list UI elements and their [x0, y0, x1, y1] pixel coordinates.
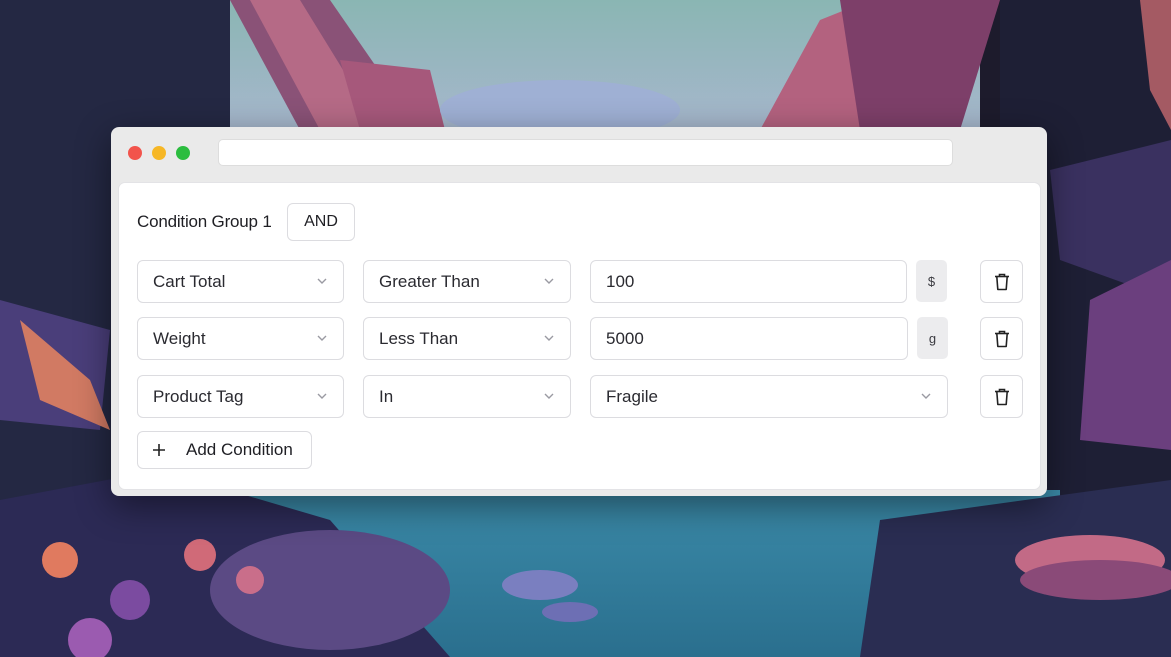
- chevron-down-icon: [317, 393, 327, 399]
- zoom-window-button[interactable]: [176, 146, 190, 160]
- condition-comparator-value: Greater Than: [379, 271, 480, 291]
- delete-condition-button[interactable]: [980, 317, 1023, 360]
- condition-field-select[interactable]: Cart Total: [137, 260, 344, 303]
- chevron-down-icon: [544, 278, 554, 284]
- logic-operator-button[interactable]: AND: [287, 203, 355, 241]
- condition-comparator-select[interactable]: Greater Than: [363, 260, 571, 303]
- condition-field-value: Product Tag: [153, 386, 244, 406]
- address-bar[interactable]: [218, 139, 953, 166]
- chevron-down-icon: [921, 393, 931, 399]
- close-window-button[interactable]: [128, 146, 142, 160]
- browser-window: Condition Group 1 AND Cart Total Greater…: [111, 127, 1047, 496]
- chevron-down-icon: [317, 278, 327, 284]
- condition-value-select[interactable]: Fragile: [590, 375, 948, 418]
- condition-value-text: 5000: [606, 328, 644, 348]
- condition-value-text: 100: [606, 271, 635, 291]
- add-condition-button[interactable]: Add Condition: [137, 431, 312, 469]
- condition-value-input[interactable]: 5000: [590, 317, 908, 360]
- condition-field-value: Cart Total: [153, 271, 226, 291]
- title-bar: [111, 127, 1047, 179]
- unit-badge: g: [917, 317, 948, 359]
- condition-comparator-select[interactable]: Less Than: [363, 317, 571, 360]
- condition-field-value: Weight: [153, 328, 206, 348]
- chevron-down-icon: [317, 335, 327, 341]
- condition-value-input[interactable]: 100: [590, 260, 907, 303]
- condition-group-panel: Condition Group 1 AND Cart Total Greater…: [118, 182, 1041, 490]
- trash-icon: [994, 273, 1009, 290]
- condition-field-select[interactable]: Product Tag: [137, 375, 344, 418]
- delete-condition-button[interactable]: [980, 375, 1023, 418]
- condition-field-select[interactable]: Weight: [137, 317, 344, 360]
- unit-badge: $: [916, 260, 947, 302]
- condition-comparator-value: In: [379, 386, 394, 406]
- plus-icon: [153, 444, 165, 456]
- minimize-window-button[interactable]: [152, 146, 166, 160]
- condition-comparator-value: Less Than: [379, 328, 459, 348]
- condition-comparator-select[interactable]: In: [363, 375, 571, 418]
- delete-condition-button[interactable]: [980, 260, 1023, 303]
- condition-value-text: Fragile: [606, 386, 658, 406]
- condition-group-title: Condition Group 1: [137, 212, 272, 231]
- chevron-down-icon: [544, 393, 554, 399]
- add-condition-label: Add Condition: [186, 440, 293, 459]
- trash-icon: [994, 330, 1009, 347]
- trash-icon: [994, 388, 1009, 405]
- chevron-down-icon: [544, 335, 554, 341]
